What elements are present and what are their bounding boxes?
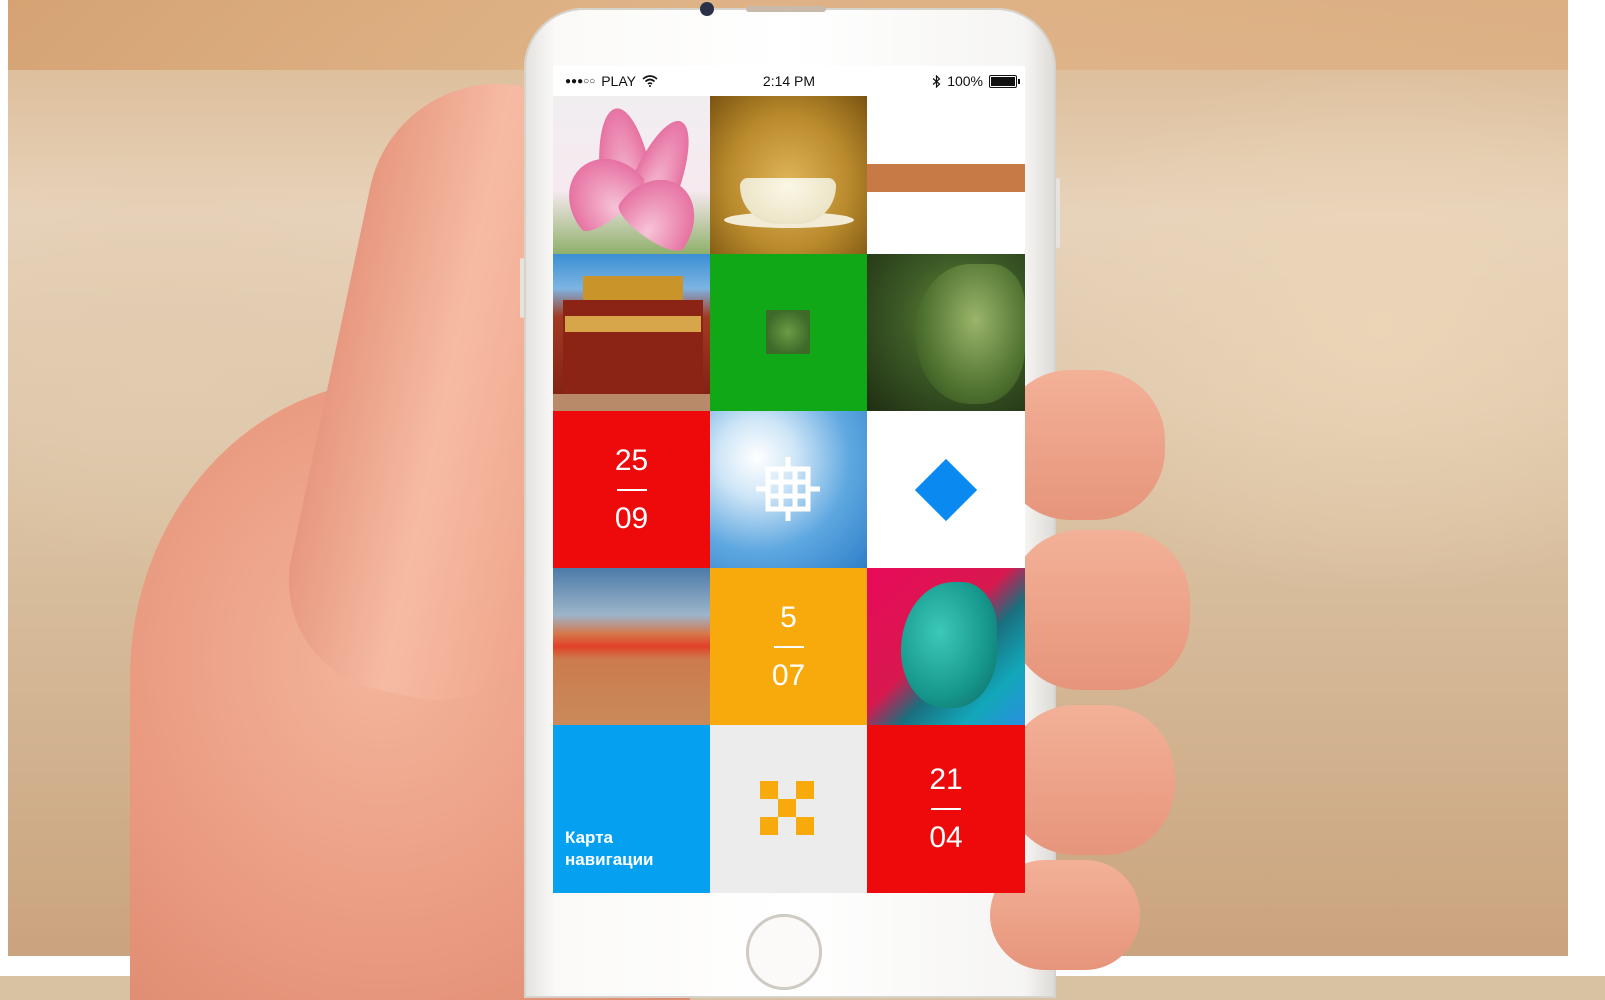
- earpiece: [746, 6, 826, 12]
- temple-facade: [563, 300, 703, 396]
- power-button: [1056, 178, 1060, 248]
- white-band-bottom: [867, 192, 1025, 254]
- endless-knot-icon: [756, 457, 820, 521]
- tile-desert-strip-photo[interactable]: [867, 96, 1025, 254]
- date-divider: [616, 488, 647, 491]
- tile-lotus-photo[interactable]: [553, 96, 710, 254]
- tile-date-25-09[interactable]: 25 09: [553, 411, 710, 568]
- temple-balcony: [565, 316, 701, 332]
- tile-green-ornament[interactable]: [710, 254, 867, 411]
- tile-diamond[interactable]: [867, 411, 1025, 568]
- tile-temple-photo[interactable]: [553, 254, 710, 411]
- finger-3: [1005, 705, 1175, 855]
- phone-screen: ●●●○○ PLAY 2:14 PM 100% 25 09 5 07 Карта…: [553, 66, 1025, 893]
- temple-stairs: [553, 394, 710, 411]
- date-month: 07: [771, 658, 806, 692]
- image-border-right: [1568, 0, 1605, 976]
- image-border-left: [0, 0, 8, 976]
- status-bar: ●●●○○ PLAY 2:14 PM 100%: [553, 66, 1025, 96]
- volume-button: [520, 258, 524, 318]
- navigation-map-label: Карта навигации: [565, 827, 654, 871]
- navigation-label-line1: Карта: [565, 828, 613, 847]
- navigation-label-line2: навигации: [565, 850, 654, 869]
- tile-desert-photo[interactable]: [553, 568, 710, 725]
- date-month: 04: [929, 821, 963, 854]
- date-month: 09: [614, 501, 649, 535]
- tile-endless-knot[interactable]: [710, 411, 867, 568]
- checker-icon: [760, 781, 814, 835]
- battery-percent: 100%: [947, 73, 983, 89]
- tile-buddha-photo[interactable]: [867, 254, 1025, 411]
- battery-icon: [989, 74, 1020, 88]
- date-label: 25 09: [553, 443, 710, 535]
- tile-checker[interactable]: [710, 725, 867, 893]
- tile-date-21-04[interactable]: 21 04: [867, 725, 1025, 893]
- date-label: 5 07: [710, 600, 867, 692]
- tile-grid: 25 09 5 07 Карта навигации 21 04: [553, 96, 1025, 893]
- tile-date-5-07[interactable]: 5 07: [710, 568, 867, 725]
- tile-tea-bowl-photo[interactable]: [710, 96, 867, 254]
- front-camera: [700, 2, 714, 16]
- feather-shape: [901, 582, 997, 708]
- tile-feather-photo[interactable]: [867, 568, 1025, 725]
- ornament-icon: [766, 310, 810, 354]
- finger-2: [1010, 530, 1190, 690]
- date-day: 21: [929, 763, 963, 796]
- buddha-face: [915, 264, 1025, 404]
- bluetooth-icon: [932, 74, 941, 88]
- date-day: 25: [614, 443, 649, 477]
- tile-navigation-map[interactable]: Карта навигации: [553, 725, 710, 893]
- date-day: 5: [780, 600, 797, 634]
- date-label: 21 04: [867, 765, 1025, 853]
- date-divider: [773, 645, 804, 648]
- temple-roof: [583, 276, 683, 300]
- date-divider: [931, 808, 961, 810]
- home-button[interactable]: [746, 914, 822, 990]
- diamond-icon: [914, 458, 978, 521]
- white-band-top: [867, 96, 1025, 164]
